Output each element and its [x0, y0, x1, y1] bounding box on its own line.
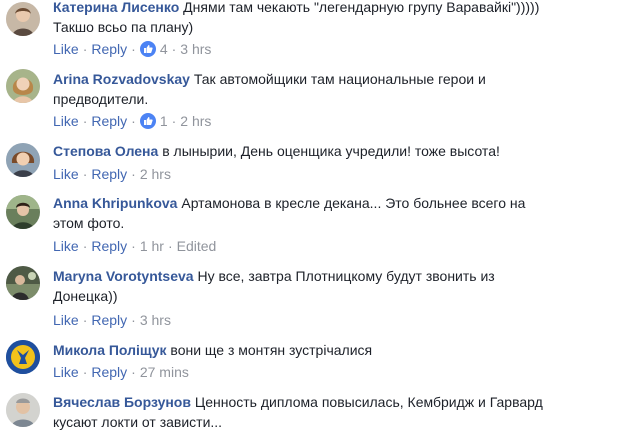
- comment: Катерина Лисенко Днями там чекають "леге…: [0, 0, 623, 62]
- comment-timestamp[interactable]: 27 mins: [140, 364, 189, 380]
- comment-text: в лынырии, День оценщика учредили! тоже …: [162, 143, 500, 159]
- comment-text: Артамонова в кресле декана... Это больне…: [181, 195, 526, 211]
- reply-link[interactable]: Reply: [91, 238, 127, 254]
- separator: ·: [82, 312, 88, 328]
- like-count[interactable]: 1: [160, 113, 168, 129]
- comment-timestamp[interactable]: 3 hrs: [180, 41, 211, 57]
- separator: ·: [82, 166, 88, 182]
- separator: ·: [131, 364, 136, 380]
- avatar[interactable]: [6, 393, 40, 427]
- comment-author[interactable]: Вячеслав Борзунов: [53, 394, 191, 410]
- avatar[interactable]: [6, 143, 40, 177]
- comment: Arina Rozvadovskay Так автомойщики там н…: [0, 67, 623, 137]
- comment-author[interactable]: Maryna Vorotyntseva: [53, 268, 194, 284]
- separator: ·: [131, 113, 136, 129]
- avatar[interactable]: [6, 266, 40, 300]
- comment-author[interactable]: Микола Поліщук: [53, 342, 167, 358]
- avatar[interactable]: [6, 69, 40, 103]
- like-link[interactable]: Like: [53, 41, 79, 57]
- comment-author[interactable]: Степова Олена: [53, 143, 158, 159]
- edited-label[interactable]: Edited: [177, 238, 217, 254]
- like-link[interactable]: Like: [53, 166, 79, 182]
- comment-author[interactable]: Arina Rozvadovskay: [53, 71, 190, 87]
- comment-actions: Like · Reply · 4 · 3 hrs: [53, 40, 211, 58]
- comment-timestamp[interactable]: 2 hrs: [180, 113, 211, 129]
- profile-photo-icon: [6, 266, 40, 300]
- reply-link[interactable]: Reply: [91, 113, 127, 129]
- like-link[interactable]: Like: [53, 364, 79, 380]
- comment-text: Ну все, завтра Плотницкому будут звонить…: [197, 268, 495, 284]
- comment: Maryna Vorotyntseva Ну все, завтра Плотн…: [0, 264, 623, 332]
- comment-text-line: Такшо всьо па плану): [53, 19, 194, 35]
- profile-photo-icon: [6, 69, 40, 103]
- avatar[interactable]: [6, 340, 40, 374]
- separator: ·: [131, 312, 136, 328]
- avatar[interactable]: [6, 2, 40, 36]
- like-link[interactable]: Like: [53, 238, 79, 254]
- separator: ·: [82, 364, 88, 380]
- like-badge-icon[interactable]: [139, 113, 156, 129]
- separator: ·: [82, 238, 88, 254]
- comment-text: Ценность диплома повысилась, Кембридж и …: [194, 394, 543, 410]
- comment-list: Катерина Лисенко Днями там чекають "леге…: [0, 0, 623, 433]
- reply-link[interactable]: Reply: [91, 166, 127, 182]
- comment: Anna Khripunkova Артамонова в кресле дек…: [0, 193, 623, 259]
- comment-author[interactable]: Anna Khripunkova: [53, 195, 177, 211]
- comment-actions: Like · Reply · 1 · 2 hrs: [53, 112, 211, 130]
- like-count[interactable]: 4: [160, 41, 168, 57]
- separator: ·: [131, 166, 136, 182]
- comment-timestamp[interactable]: 2 hrs: [140, 166, 171, 182]
- emblem-icon: [6, 340, 40, 374]
- comment-text-line: предводители.: [53, 91, 149, 107]
- profile-photo-icon: [6, 393, 40, 427]
- separator: ·: [82, 41, 88, 57]
- comment-actions: Like · Reply · 3 hrs: [53, 311, 171, 329]
- comment-actions: Like · Reply · 27 mins: [53, 363, 189, 381]
- comment: Степова Олена в лынырии, День оценщика у…: [0, 141, 623, 187]
- profile-photo-icon: [6, 2, 40, 36]
- comment: Микола Поліщук вони ще з монтян зустріча…: [0, 338, 623, 384]
- separator: ·: [167, 238, 173, 254]
- separator: ·: [171, 113, 177, 129]
- comment-timestamp[interactable]: 1 hr: [140, 238, 164, 254]
- reply-link[interactable]: Reply: [91, 364, 127, 380]
- comment: Вячеслав Борзунов Ценность диплома повыс…: [0, 391, 623, 433]
- like-link[interactable]: Like: [53, 113, 79, 129]
- comment-text-line: кусают локти от зависти...: [53, 414, 223, 430]
- separator: ·: [131, 41, 136, 57]
- reply-link[interactable]: Reply: [91, 41, 127, 57]
- like-badge-icon[interactable]: [139, 41, 156, 57]
- profile-photo-icon: [6, 195, 40, 229]
- avatar[interactable]: [6, 195, 40, 229]
- comment-text-line: Донецка)): [53, 288, 118, 304]
- like-link[interactable]: Like: [53, 312, 79, 328]
- separator: ·: [82, 113, 88, 129]
- comment-text: Днями там чекають "легендарную групу Вар…: [183, 0, 540, 15]
- comment-author[interactable]: Катерина Лисенко: [53, 0, 179, 15]
- comment-text: Так автомойщики там национальные герои и: [193, 71, 486, 87]
- comment-actions: Like · Reply · 2 hrs: [53, 165, 171, 183]
- comment-timestamp[interactable]: 3 hrs: [140, 312, 171, 328]
- separator: ·: [171, 41, 177, 57]
- comment-text: вони ще з монтян зустрічалися: [170, 342, 373, 358]
- reply-link[interactable]: Reply: [91, 312, 127, 328]
- comment-actions: Like · Reply · 1 hr · Edited: [53, 237, 216, 255]
- separator: ·: [131, 238, 136, 254]
- profile-photo-icon: [6, 143, 40, 177]
- comment-text-line: этом фото.: [53, 215, 125, 231]
